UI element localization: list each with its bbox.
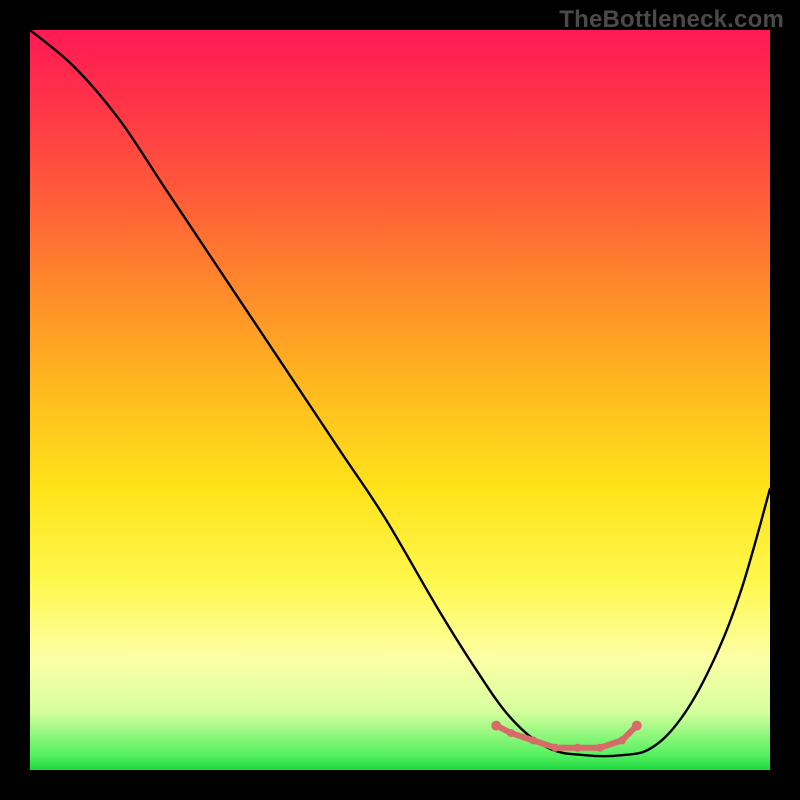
- optimal-marker: [596, 744, 604, 752]
- optimal-marker: [507, 729, 515, 737]
- optimal-marker: [529, 736, 537, 744]
- curve-overlay: [30, 30, 770, 770]
- optimal-marker: [632, 721, 642, 731]
- optimal-marker: [491, 721, 501, 731]
- optimal-marker: [618, 736, 626, 744]
- watermark-text: TheBottleneck.com: [559, 6, 784, 34]
- chart-frame: TheBottleneck.com: [0, 0, 800, 800]
- plot-area: [30, 30, 770, 770]
- bottleneck-curve: [30, 30, 770, 756]
- optimal-marker: [574, 744, 582, 752]
- optimal-zone-markers: [491, 721, 642, 752]
- optimal-marker: [551, 744, 559, 752]
